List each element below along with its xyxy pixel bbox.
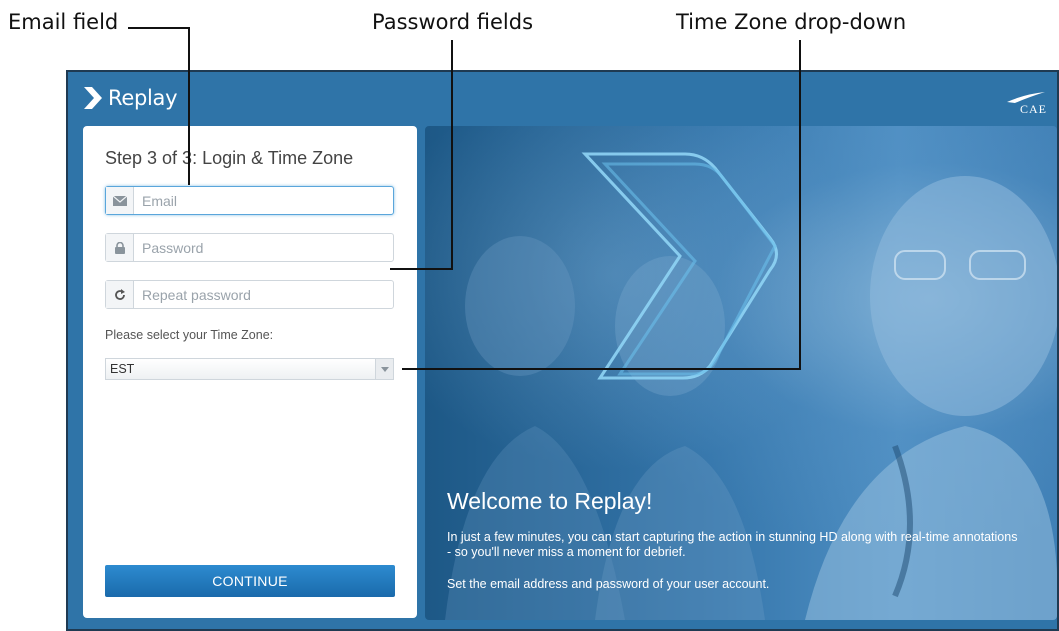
callout-line-email-v — [188, 27, 190, 185]
callout-email-field: Email field — [8, 10, 119, 34]
brand-name: Replay — [108, 86, 178, 110]
callout-line-timezone-v — [799, 40, 801, 370]
login-form-panel: Step 3 of 3: Login & Time Zone Ple — [83, 126, 417, 618]
email-field[interactable] — [105, 186, 394, 215]
timezone-select[interactable]: EST — [105, 358, 394, 380]
timezone-selected-value: EST — [110, 362, 135, 376]
repeat-password-input[interactable] — [134, 281, 393, 308]
email-input[interactable] — [134, 187, 393, 214]
envelope-icon — [106, 187, 134, 214]
callout-line-password-v — [451, 40, 453, 270]
brand-logo: Replay — [84, 86, 178, 110]
hero-title: Welcome to Replay! — [447, 488, 653, 514]
hero-description: In just a few minutes, you can start cap… — [447, 530, 1047, 560]
cae-logo-text: CAE — [1020, 102, 1047, 116]
hero-description-line-1: In just a few minutes, you can start cap… — [447, 530, 1018, 544]
timezone-label: Please select your Time Zone: — [105, 328, 274, 342]
screenshot-stage: Email field Password fields Time Zone dr… — [0, 0, 1059, 631]
password-input[interactable] — [134, 234, 393, 261]
replay-app-window: Replay CAE Step 3 of 3: Login & Time Zon… — [66, 70, 1059, 631]
chevron-logo-icon — [84, 87, 102, 109]
refresh-icon — [106, 281, 134, 308]
callout-line-password-h — [390, 268, 453, 270]
step-title: Step 3 of 3: Login & Time Zone — [105, 148, 354, 168]
hero-description-line-2: - so you'll never miss a moment for debr… — [447, 545, 686, 559]
password-field[interactable] — [105, 233, 394, 262]
callout-line-timezone-h — [402, 368, 801, 370]
callout-password-fields: Password fields — [372, 10, 534, 34]
app-header: Replay CAE — [68, 72, 1057, 128]
callout-line-email-h — [128, 27, 190, 29]
repeat-password-field[interactable] — [105, 280, 394, 309]
dropdown-arrow-icon[interactable] — [375, 359, 393, 379]
callout-timezone-dropdown: Time Zone drop-down — [676, 10, 907, 34]
cae-logo: CAE — [1005, 90, 1047, 120]
hero-instructions: Set the email address and password of yo… — [447, 577, 770, 591]
continue-button[interactable]: CONTINUE — [105, 565, 395, 597]
welcome-hero-panel: Welcome to Replay! In just a few minutes… — [425, 126, 1057, 620]
lock-icon — [106, 234, 134, 261]
